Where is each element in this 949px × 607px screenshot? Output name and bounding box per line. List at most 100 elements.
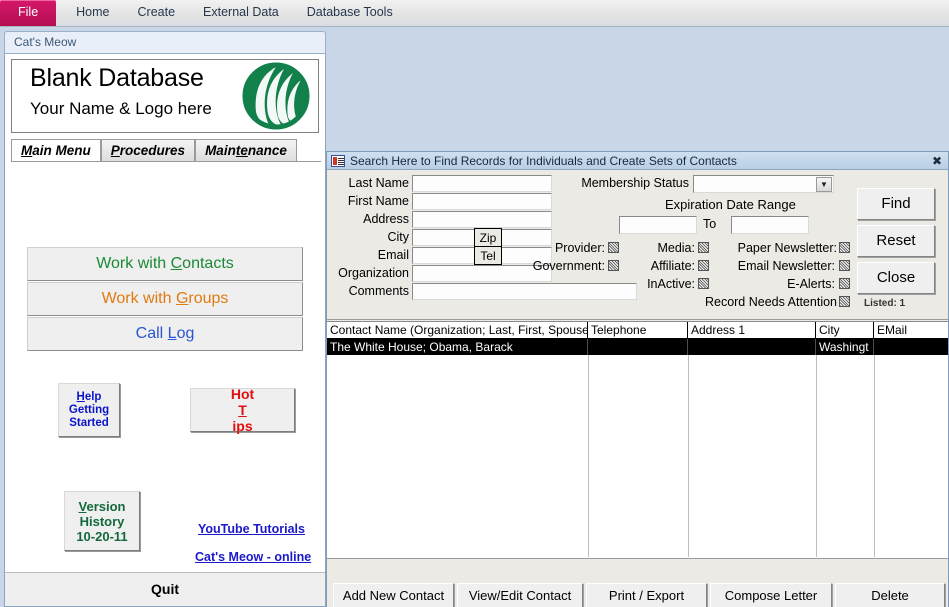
ribbon-tab-create[interactable]: Create xyxy=(124,0,190,26)
logo-header: Blank Database Your Name & Logo here xyxy=(11,59,319,133)
version-line-3: 10-20-11 xyxy=(76,528,128,544)
cell-email[interactable] xyxy=(874,339,948,355)
cell-telephone[interactable] xyxy=(588,339,688,355)
document-tab-cats-meow[interactable]: Cat's Meow xyxy=(4,31,326,53)
compose-letter-button[interactable]: Compose Letter xyxy=(710,583,832,607)
app-window: File Home Create External Data Database … xyxy=(0,0,949,607)
dialog-action-bar: Add New Contact View/Edit Contact Print … xyxy=(327,558,948,607)
label-last-name: Last Name xyxy=(348,176,409,190)
version-history-button[interactable]: Version History 10-20-11 xyxy=(64,491,140,551)
comments-input[interactable] xyxy=(412,283,637,300)
cell-city[interactable]: Washingt xyxy=(816,339,874,355)
inactive-checkbox[interactable] xyxy=(698,278,709,289)
expiration-date-range-title: Expiration Date Range xyxy=(665,197,796,212)
e-alerts-checkbox[interactable] xyxy=(839,278,850,289)
column-header-contact-name[interactable]: Contact Name (Organization; Last, First,… xyxy=(327,322,588,338)
database-title: Blank Database xyxy=(30,64,204,92)
document-tab-bar: Cat's Meow xyxy=(4,31,326,53)
column-header-address-1[interactable]: Address 1 xyxy=(688,322,816,338)
help-line-1: Help xyxy=(76,390,102,403)
results-grid-header: Contact Name (Organization; Last, First,… xyxy=(327,322,948,339)
tab-maintenance[interactable]: Maintenance xyxy=(195,139,297,162)
column-divider xyxy=(874,355,875,557)
cats-meow-online-link[interactable]: Cat's Meow - online xyxy=(195,550,311,564)
results-grid-body[interactable] xyxy=(327,355,948,557)
tab-procedures-label: rocedures xyxy=(119,143,186,158)
work-with-groups-button[interactable]: Work with Groups xyxy=(27,282,303,316)
label-affiliate: Affiliate: xyxy=(650,259,695,273)
membership-status-select[interactable]: ▼ xyxy=(693,175,834,193)
find-button[interactable]: Find xyxy=(857,188,935,220)
label-membership-status: Membership Status xyxy=(581,176,689,190)
column-divider xyxy=(688,355,689,557)
expiration-to-input[interactable] xyxy=(731,216,809,234)
column-divider xyxy=(588,355,589,557)
provider-checkbox[interactable] xyxy=(608,242,619,253)
tab-main-menu-label: ain Menu xyxy=(32,143,91,158)
workspace: Cat's Meow Blank Database Your Name & Lo… xyxy=(0,27,949,607)
listed-count: Listed: 1 xyxy=(864,298,906,309)
print-export-button[interactable]: Print / Export xyxy=(586,583,707,607)
table-row[interactable]: The White House; Obama, Barack Washingt xyxy=(327,339,948,355)
tel-button[interactable]: Tel xyxy=(474,246,502,265)
email-newsletter-checkbox[interactable] xyxy=(839,260,850,271)
form-icon xyxy=(331,154,345,167)
search-dialog: Search Here to Find Records for Individu… xyxy=(326,151,949,607)
ribbon-tab-home[interactable]: Home xyxy=(62,0,123,26)
add-new-contact-button[interactable]: Add New Contact xyxy=(333,583,454,607)
column-header-city[interactable]: City xyxy=(816,322,874,338)
label-e-alerts: E-Alerts: xyxy=(787,277,835,291)
youtube-tutorials-link[interactable]: YouTube Tutorials xyxy=(198,522,305,536)
work-with-contacts-button[interactable]: Work with Contacts xyxy=(27,247,303,281)
tab-main-menu[interactable]: Main Menu xyxy=(11,139,101,162)
reset-button[interactable]: Reset xyxy=(857,225,935,257)
expiration-from-input[interactable] xyxy=(619,216,697,234)
label-media: Media: xyxy=(657,241,695,255)
close-icon[interactable]: ✖ xyxy=(932,154,942,168)
label-address: Address xyxy=(363,212,409,226)
ribbon: File Home Create External Data Database … xyxy=(0,0,949,27)
tab-procedures[interactable]: Procedures xyxy=(100,139,196,162)
cell-address-1[interactable] xyxy=(688,339,816,355)
cell-contact-name[interactable]: The White House; Obama, Barack xyxy=(327,339,588,355)
column-divider xyxy=(816,355,817,557)
help-line-3: Started xyxy=(69,416,109,429)
help-getting-started-button[interactable]: Help Getting Started xyxy=(58,383,120,437)
delete-button[interactable]: Delete xyxy=(835,583,945,607)
green-globe-swoosh-logo xyxy=(242,62,310,130)
ribbon-tab-external-data[interactable]: External Data xyxy=(189,0,293,26)
ribbon-tab-database-tools[interactable]: Database Tools xyxy=(293,0,407,26)
search-dialog-title: Search Here to Find Records for Individu… xyxy=(350,153,737,168)
affiliate-checkbox[interactable] xyxy=(698,260,709,271)
call-log-button[interactable]: Call Log xyxy=(27,317,303,351)
label-email-newsletter: Email Newsletter: xyxy=(737,259,835,273)
paper-newsletter-checkbox[interactable] xyxy=(839,242,850,253)
label-government: Government: xyxy=(532,259,605,273)
version-line-2: History xyxy=(79,513,125,529)
view-edit-contact-button[interactable]: View/Edit Contact xyxy=(457,583,583,607)
database-subtitle: Your Name & Logo here xyxy=(30,99,212,118)
label-organization: Organization xyxy=(338,266,409,280)
column-header-telephone[interactable]: Telephone xyxy=(588,322,688,338)
column-header-email[interactable]: EMail xyxy=(874,322,948,338)
switchboard-tabs: Main Menu Procedures Maintenance xyxy=(11,139,321,162)
address-input[interactable] xyxy=(412,211,552,228)
media-checkbox[interactable] xyxy=(698,242,709,253)
close-button[interactable]: Close xyxy=(857,262,935,294)
chevron-down-icon[interactable]: ▼ xyxy=(816,177,832,192)
version-line-1: Version xyxy=(78,498,126,514)
tabs-divider xyxy=(11,161,321,162)
help-line-2: Getting xyxy=(68,403,110,416)
government-checkbox[interactable] xyxy=(608,260,619,271)
first-name-input[interactable] xyxy=(412,193,552,210)
last-name-input[interactable] xyxy=(412,175,552,192)
hot-tips-button[interactable]: Hot Tips xyxy=(190,386,295,434)
record-needs-attention-checkbox[interactable] xyxy=(839,296,850,307)
zip-button[interactable]: Zip xyxy=(474,228,502,247)
quit-button[interactable]: Quit xyxy=(5,572,325,606)
ribbon-tab-file[interactable]: File xyxy=(0,0,57,26)
label-provider: Provider: xyxy=(554,241,605,255)
label-inactive: InActive: xyxy=(647,277,695,291)
search-dialog-titlebar: Search Here to Find Records for Individu… xyxy=(327,152,948,170)
label-first-name: First Name xyxy=(347,194,409,208)
